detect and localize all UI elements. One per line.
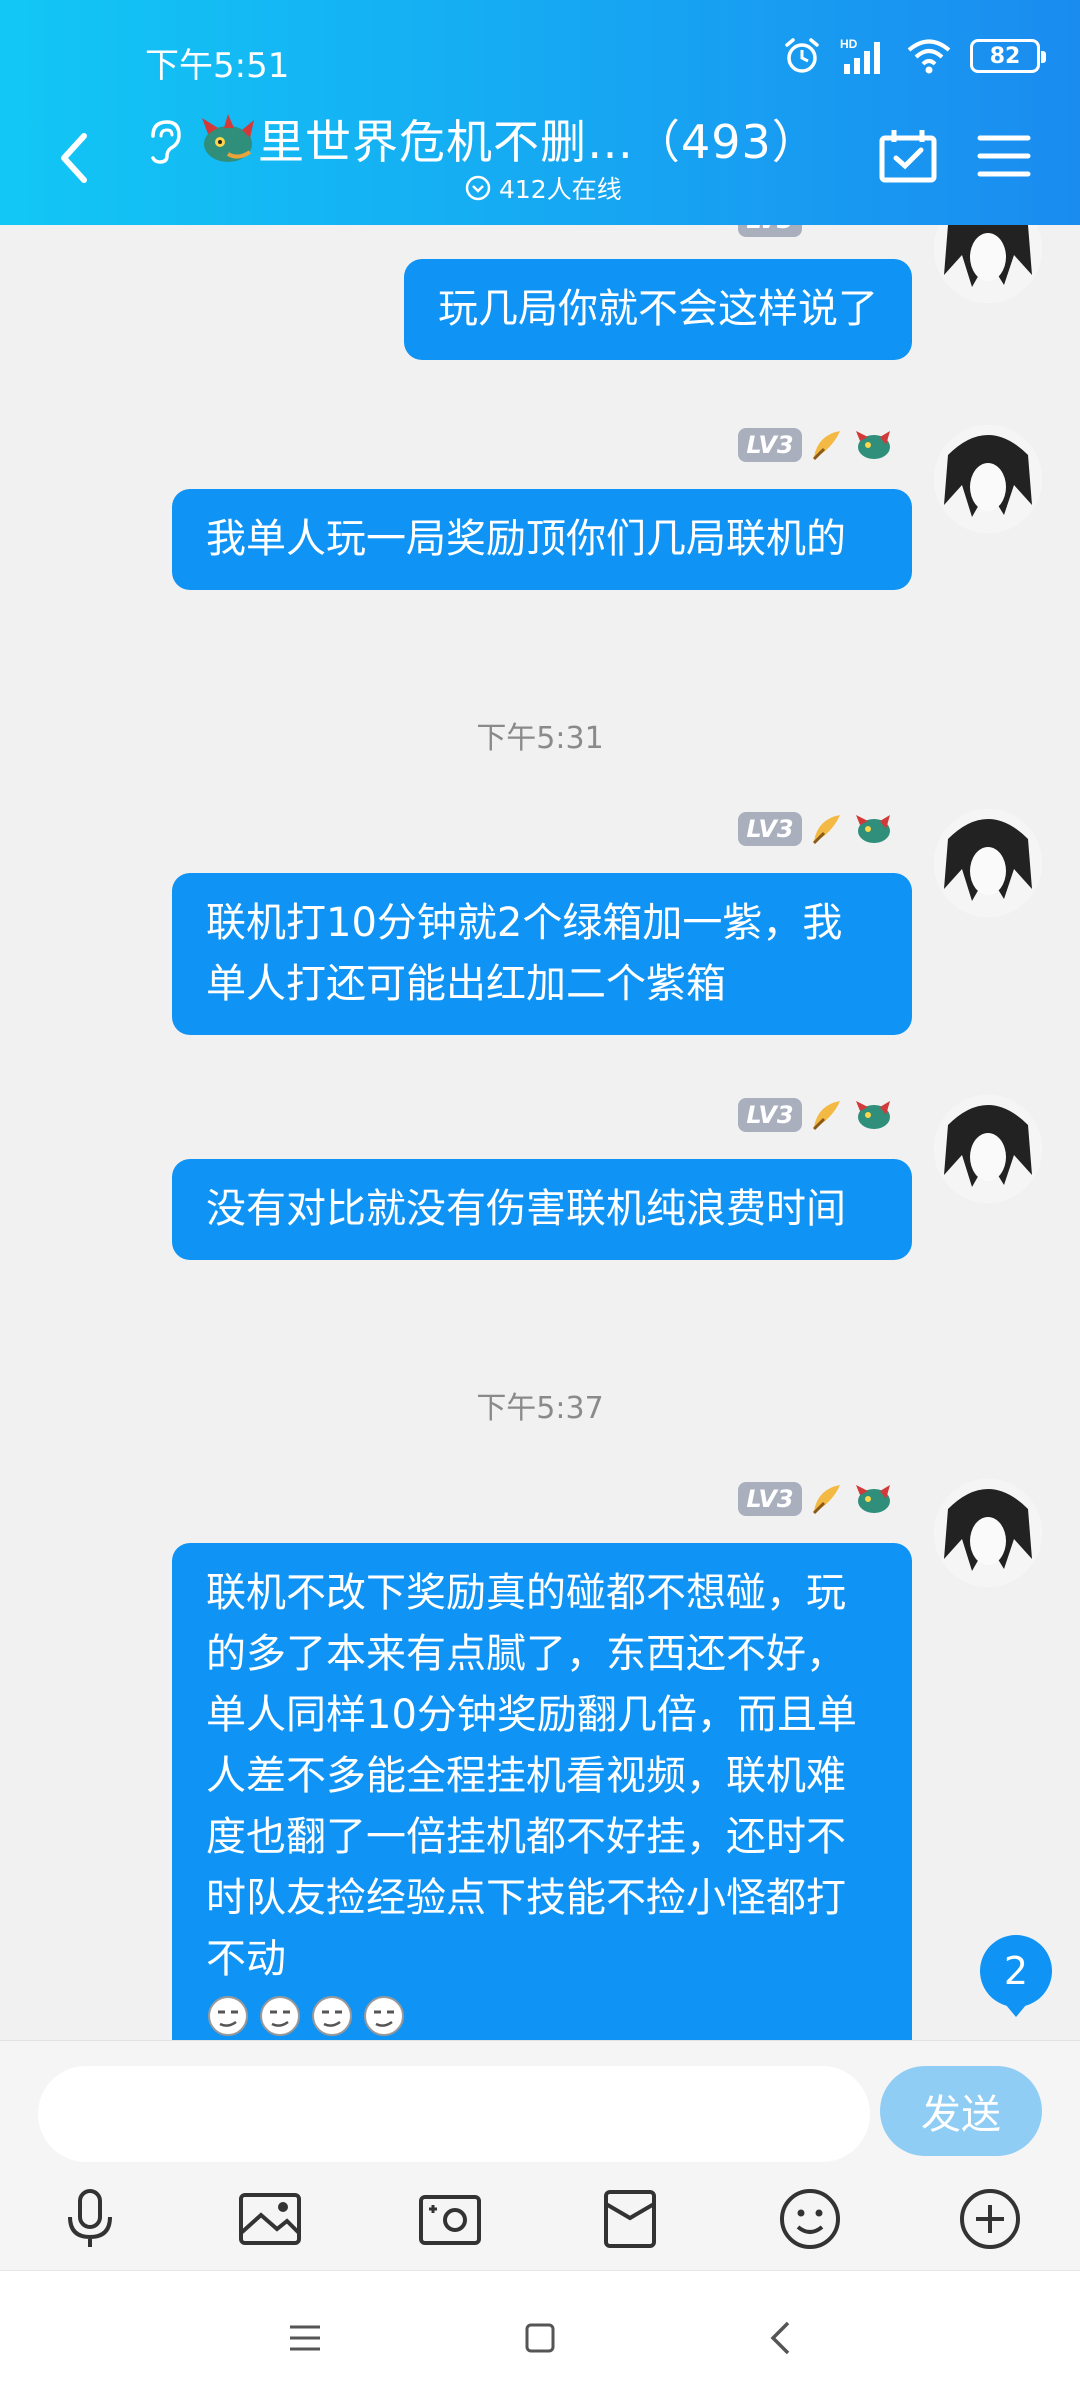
message-text: 联机不改下奖励真的碰都不想碰，玩的多了本来有点腻了，东西还不好，单人同样10分钟… <box>206 1570 857 1982</box>
message-badges: LV3 <box>738 1481 894 1517</box>
message-bubble[interactable]: 没有对比就没有伤害联机纯浪费时间 <box>172 1159 912 1260</box>
input-bar: 发送 <box>0 2040 1080 2270</box>
smirk-emoji-icon <box>260 1996 300 2036</box>
camera-icon[interactable] <box>414 2183 486 2255</box>
system-nav-bar <box>0 2270 1080 2400</box>
level-badge: LV3 <box>738 812 802 846</box>
dragon-icon <box>202 114 254 162</box>
avatar[interactable] <box>934 809 1042 917</box>
message-badges: LV3 <box>738 811 894 847</box>
image-icon[interactable] <box>234 2183 306 2255</box>
status-time: 下午5:51 <box>145 46 290 86</box>
dragon-badge-icon <box>856 431 890 459</box>
pen-badge-icon <box>812 431 840 461</box>
unread-count-badge[interactable]: 2 <box>980 1935 1052 2017</box>
message-input[interactable] <box>38 2066 870 2162</box>
dragon-badge-icon <box>856 815 890 843</box>
level-badge: LV3 <box>738 1098 802 1132</box>
avatar[interactable] <box>934 425 1042 533</box>
red-packet-icon[interactable] <box>594 2183 666 2255</box>
status-icons: HD 82 <box>782 36 1046 76</box>
plus-icon[interactable] <box>954 2183 1026 2255</box>
home-icon[interactable] <box>515 2313 565 2363</box>
avatar[interactable] <box>934 1479 1042 1587</box>
message-badges: LV3 <box>738 1097 894 1133</box>
chevron-down-circle-icon <box>465 175 491 201</box>
level-badge: LV3 <box>738 428 802 462</box>
timestamp: 下午5:37 <box>476 1391 604 1426</box>
wifi-icon <box>907 39 951 74</box>
smirk-emoji-icon <box>364 1996 404 2036</box>
chat-header: 下午5:51 HD 82 里世界危机不删…（493） 412人在线 <box>0 0 1080 225</box>
emoji-row <box>206 1994 878 2038</box>
send-button[interactable]: 发送 <box>880 2066 1042 2156</box>
message-bubble[interactable]: 联机不改下奖励真的碰都不想碰，玩的多了本来有点腻了，东西还不好，单人同样10分钟… <box>172 1543 912 2040</box>
menu-icon[interactable] <box>976 132 1032 180</box>
emoji-icon[interactable] <box>774 2183 846 2255</box>
back-icon[interactable] <box>52 128 96 188</box>
smirk-emoji-icon <box>208 1996 248 2036</box>
pen-badge-icon <box>812 1101 840 1131</box>
dragon-badge-icon <box>856 1485 890 1513</box>
recent-apps-icon[interactable] <box>280 2313 330 2363</box>
signal-icon: HD <box>840 37 880 74</box>
timestamp: 下午5:31 <box>476 721 604 756</box>
svg-text:HD: HD <box>840 37 858 51</box>
avatar[interactable] <box>934 225 1042 303</box>
nav-back-icon[interactable] <box>755 2313 805 2363</box>
message-list[interactable]: LV3 玩几局你就不会这样说了 LV3 我单人玩一局奖励顶你们几局联机的 下午5… <box>0 225 1080 2040</box>
message-bubble[interactable]: 我单人玩一局奖励顶你们几局联机的 <box>172 489 912 590</box>
message-badges: LV3 <box>738 225 802 237</box>
online-count[interactable]: 412人在线 <box>465 170 622 206</box>
level-badge: LV3 <box>738 225 802 237</box>
smirk-emoji-icon <box>312 1996 352 2036</box>
calendar-check-icon[interactable] <box>878 128 938 184</box>
alarm-icon <box>785 38 819 73</box>
group-title[interactable]: 里世界危机不删…（493） <box>258 106 819 172</box>
message-bubble[interactable]: 联机打10分钟就2个绿箱加一紫，我单人打还可能出红加二个紫箱 <box>172 873 912 1035</box>
microphone-icon[interactable] <box>54 2183 126 2255</box>
ear-icon[interactable] <box>145 118 185 166</box>
message-bubble[interactable]: 玩几局你就不会这样说了 <box>404 259 912 360</box>
pen-badge-icon <box>812 815 840 845</box>
battery-indicator: 82 <box>970 39 1046 73</box>
pen-badge-icon <box>812 1485 840 1515</box>
message-badges: LV3 <box>738 427 894 463</box>
avatar[interactable] <box>934 1095 1042 1203</box>
dragon-badge-icon <box>856 1101 890 1129</box>
online-text: 412人在线 <box>499 175 622 204</box>
level-badge: LV3 <box>738 1482 802 1516</box>
